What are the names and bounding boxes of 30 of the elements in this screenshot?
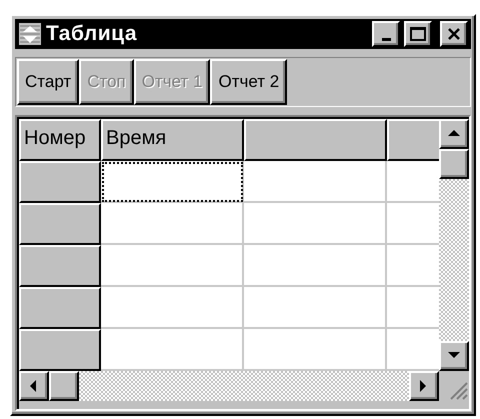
close-icon — [447, 27, 461, 41]
close-button[interactable] — [440, 21, 468, 47]
toolbar-button[interactable]: Отчет 2 — [210, 59, 288, 105]
table-cell[interactable] — [101, 287, 244, 329]
table-cell[interactable] — [101, 329, 244, 371]
minimize-button[interactable] — [372, 21, 400, 47]
scroll-right-button[interactable] — [409, 371, 439, 401]
scroll-up-button[interactable] — [439, 119, 469, 149]
table-cell[interactable] — [244, 329, 387, 371]
minimize-icon — [382, 38, 390, 40]
table-cell[interactable] — [244, 287, 387, 329]
maximize-icon — [410, 27, 426, 41]
table-cell[interactable] — [244, 245, 387, 287]
table-cell[interactable] — [244, 161, 387, 203]
table-cell[interactable] — [101, 161, 244, 203]
table-cell[interactable] — [101, 245, 244, 287]
column-header: Номер — [19, 119, 101, 161]
horizontal-scrollbar[interactable] — [19, 371, 439, 401]
scroll-thumb[interactable] — [439, 149, 469, 179]
table-cell[interactable] — [244, 203, 387, 245]
maximize-button[interactable] — [404, 21, 432, 47]
toolbar-button[interactable]: Старт — [17, 59, 80, 105]
scroll-left-button[interactable] — [19, 371, 49, 401]
scroll-thumb[interactable] — [49, 371, 79, 401]
scroll-down-button[interactable] — [439, 341, 469, 371]
window-title: Таблица — [46, 22, 138, 46]
column-header: Время — [101, 119, 244, 161]
table-cell[interactable] — [101, 203, 244, 245]
vertical-scrollbar[interactable] — [439, 119, 469, 371]
app-icon — [18, 22, 42, 46]
